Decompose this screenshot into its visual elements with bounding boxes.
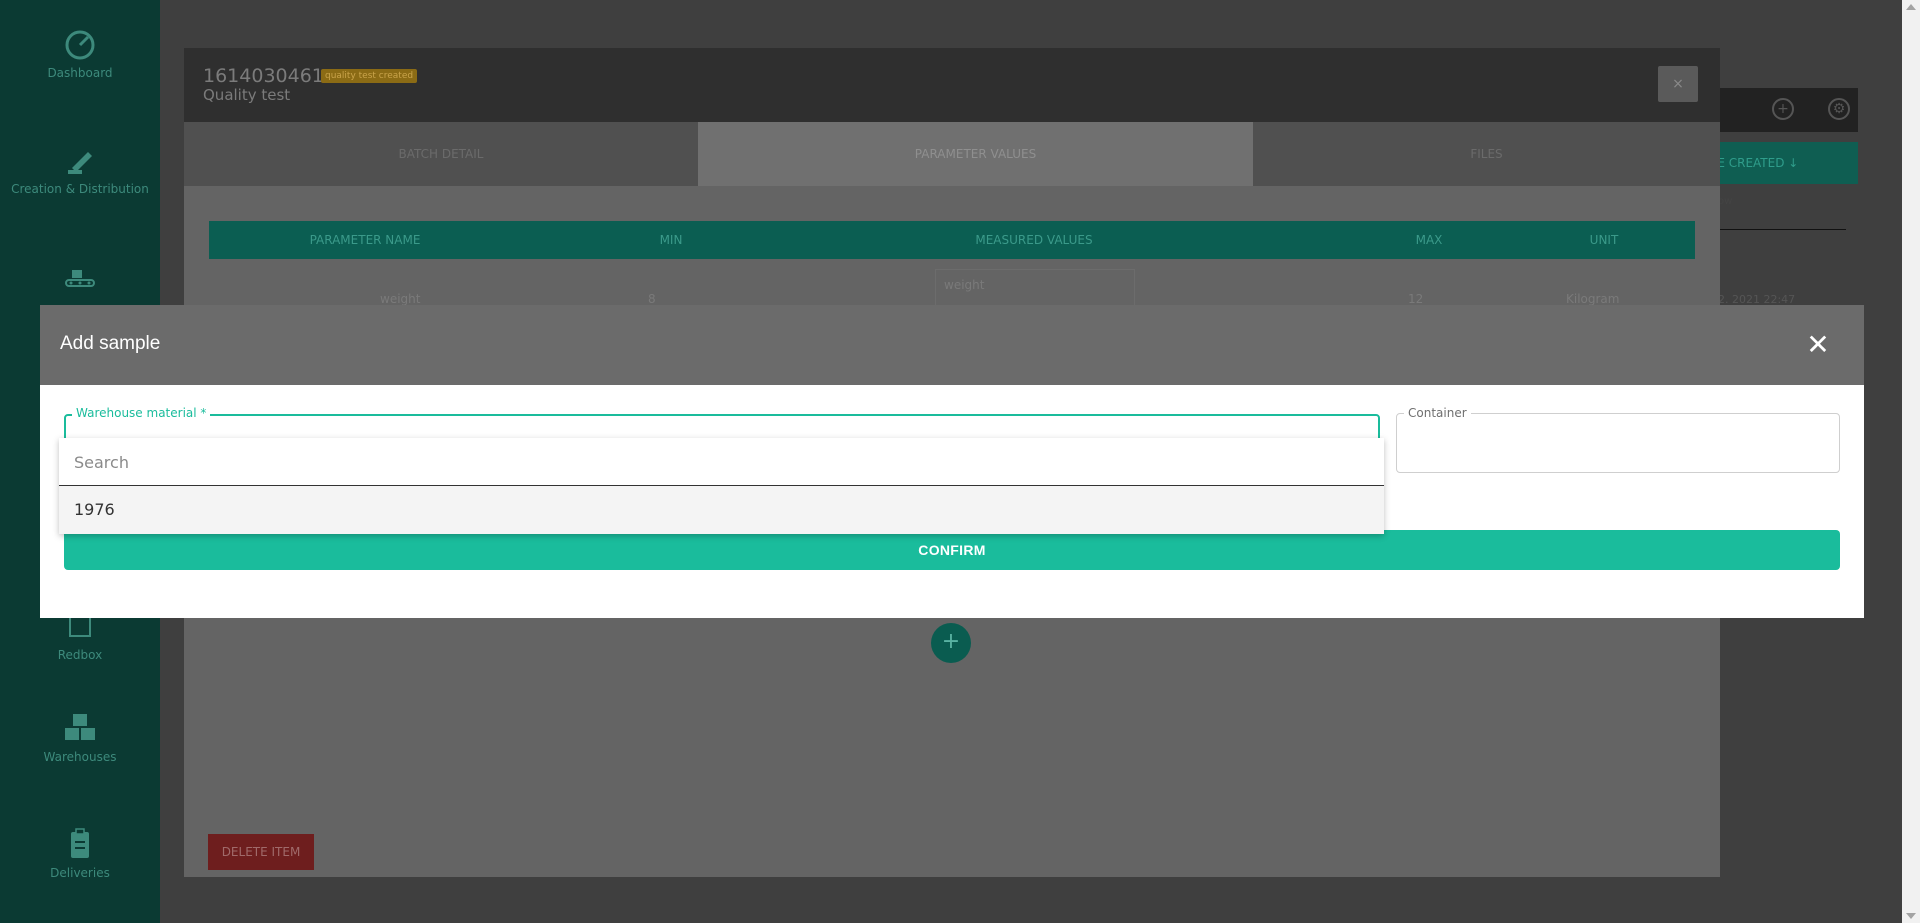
boxes-icon	[62, 712, 98, 744]
sidebar-item-creation-distribution[interactable]: Creation & Distribution	[0, 144, 160, 196]
parameter-min: 8	[648, 292, 656, 306]
batch-id: 1614030461	[203, 65, 324, 87]
warehouse-material-label: Warehouse material *	[72, 406, 211, 420]
container-select[interactable]	[1396, 413, 1840, 473]
settings-icon[interactable]: ⚙	[1828, 98, 1850, 120]
container-label: Container	[1404, 406, 1471, 420]
parameter-max: 12	[1408, 292, 1424, 306]
dropdown-search	[59, 438, 1384, 486]
scrollbar[interactable]	[1902, 0, 1920, 923]
sidebar-item-dashboard[interactable]: Dashboard	[0, 28, 160, 80]
gauge-icon	[62, 28, 98, 60]
sidebar-item-warehouses[interactable]: Warehouses	[0, 712, 160, 764]
scroll-up-arrow-icon[interactable]	[1906, 4, 1916, 10]
dropdown-option[interactable]: 1976	[59, 486, 1384, 534]
sidebar-item-label: Redbox	[57, 648, 103, 662]
quality-modal-close-button[interactable]: ×	[1658, 66, 1698, 102]
sidebar-item-production[interactable]	[0, 262, 160, 300]
parameter-unit: Kilogram	[1566, 292, 1620, 306]
dialog-header: Add sample ✕	[40, 305, 1864, 385]
close-icon[interactable]: ✕	[1802, 329, 1834, 361]
tab-batch-detail[interactable]: BATCH DETAIL	[184, 122, 698, 186]
clipboard-icon	[62, 828, 98, 860]
tab-parameter-values[interactable]: PARAMETER VALUES	[698, 122, 1253, 186]
tab-files[interactable]: FILES	[1253, 122, 1720, 186]
add-sample-button[interactable]: +	[931, 623, 971, 663]
measured-value-input[interactable]: weight	[935, 269, 1135, 309]
add-icon[interactable]: +	[1772, 98, 1794, 120]
column-header: MEASURED VALUES	[975, 233, 1093, 247]
search-input[interactable]	[74, 448, 1364, 476]
parameter-name: weight	[380, 292, 421, 306]
tab-bar: BATCH DETAIL PARAMETER VALUES FILES	[184, 122, 1720, 186]
column-header: MIN	[659, 233, 683, 247]
sidebar-item-label: Deliveries	[50, 866, 110, 880]
sidebar-item-label: Warehouses	[43, 750, 117, 764]
parameter-table-header: PARAMETER NAME MIN MEASURED VALUES MAX U…	[209, 221, 1695, 259]
filter-field[interactable]: ow	[1718, 196, 1846, 230]
scroll-down-arrow-icon[interactable]	[1906, 913, 1916, 919]
status-badge: quality test created	[321, 69, 418, 83]
conveyor-icon	[62, 262, 98, 294]
dialog-title: Add sample	[60, 333, 161, 354]
warehouse-material-dropdown: 1976	[59, 438, 1384, 534]
sidebar-item-deliveries[interactable]: Deliveries	[0, 828, 160, 880]
confirm-button[interactable]: CONFIRM	[64, 530, 1840, 570]
sidebar-item-label: Creation & Distribution	[11, 182, 149, 196]
stamp-icon	[62, 144, 98, 176]
sidebar-item-label: Dashboard	[47, 66, 113, 80]
quality-modal-header: 1614030461 quality test created Quality …	[184, 48, 1720, 122]
column-header: MAX	[1415, 233, 1443, 247]
modal-title: Quality test	[203, 86, 291, 104]
column-header: PARAMETER NAME	[309, 233, 421, 247]
column-header: UNIT	[1589, 233, 1619, 247]
delete-item-button[interactable]: DELETE ITEM	[208, 834, 314, 870]
